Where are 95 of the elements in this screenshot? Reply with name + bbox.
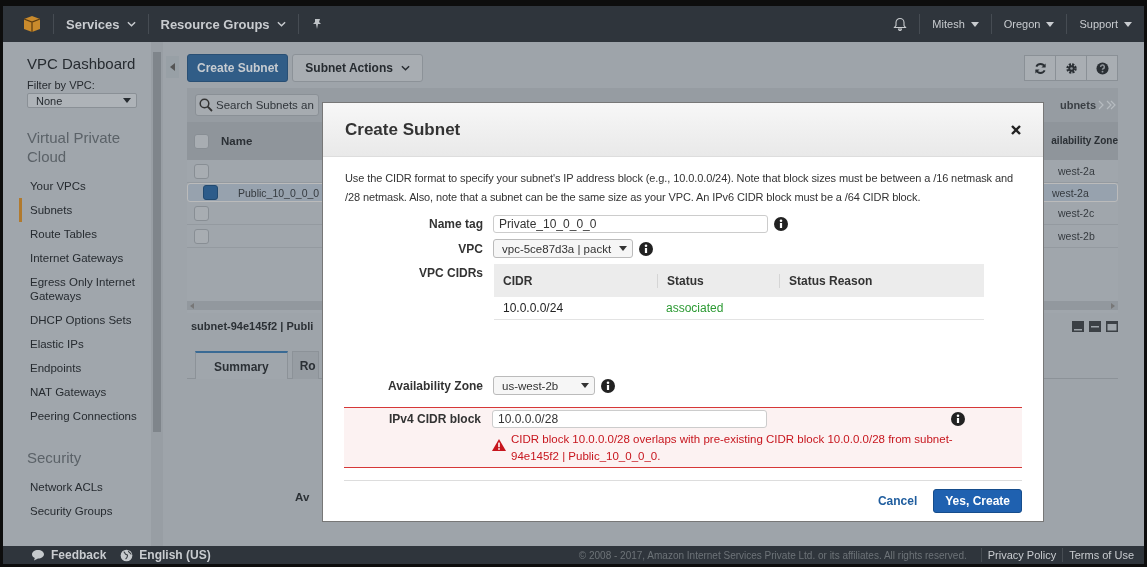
chevron-down-icon: [400, 65, 410, 71]
pane-layout-icon[interactable]: [1106, 320, 1118, 332]
tab[interactable]: Summary: [195, 351, 288, 379]
resource-groups-menu[interactable]: Resource Groups: [160, 16, 286, 32]
caret-icon: [581, 383, 589, 388]
section-heading: Virtual Private Cloud: [26, 128, 122, 166]
bell-icon[interactable]: [893, 17, 908, 31]
column-header[interactable]: ailability Zone: [1051, 134, 1118, 148]
support-menu[interactable]: Support: [1079, 18, 1132, 30]
chevron-down-icon: [126, 21, 136, 27]
caret-icon: [123, 98, 131, 103]
sidebar-item[interactable]: Security Groups: [19, 499, 151, 523]
sidebar-item[interactable]: NAT Gateways: [19, 380, 151, 404]
close-icon[interactable]: [1011, 124, 1021, 135]
filter-label: Filter by VPC:: [26, 78, 96, 91]
tab[interactable]: Ro: [291, 351, 319, 379]
field-label: IPv4 CIDR block: [387, 411, 481, 428]
settings-button[interactable]: [1055, 55, 1087, 81]
table-cell-text: 10.0.0.0/24: [502, 301, 565, 315]
sidebar-title: VPC Dashboard: [26, 55, 137, 72]
pager-label: ubnets: [1059, 99, 1096, 111]
services-menu[interactable]: Services: [66, 16, 136, 32]
column-header: Status: [657, 273, 779, 288]
table-cell-text: west-2a: [1052, 186, 1090, 199]
dialog-description: Use the CIDR format to specify your subnet's IP address block (e.g., 10.0.0.0/24). Note that block sizes must be between a /16 netmask and /28 netmask. Also, note that a subnet can be the same size as your VPC. An IPv6 CIDR block must be a /64 CIDR block.: [345, 171, 1014, 205]
sidebar-item[interactable]: Your VPCs: [19, 174, 151, 198]
select-all-checkbox[interactable]: [193, 133, 209, 149]
pane-layout-icon[interactable]: [1072, 320, 1084, 332]
caret-icon: [619, 246, 628, 251]
column-header[interactable]: Name: [215, 135, 253, 147]
cube-logo-icon[interactable]: [23, 15, 41, 33]
language-selector[interactable]: English (US): [139, 548, 211, 562]
sidebar-item[interactable]: Internet Gateways: [19, 246, 151, 270]
table-cell-text: west-2c: [1058, 207, 1096, 219]
ipv4-cidr-field[interactable]: 10.0.0.0/28: [492, 410, 767, 428]
availability-zone-dropdown[interactable]: us-west-2b: [493, 376, 595, 395]
caret-icon: [970, 21, 979, 27]
field-label: Name tag: [427, 217, 483, 231]
status-text: associated: [665, 301, 725, 315]
row-checkbox[interactable]: [193, 228, 209, 244]
help-icon: [1095, 61, 1109, 75]
row-checkbox[interactable]: [193, 205, 209, 221]
yes-create-button[interactable]: Yes, Create: [933, 489, 1022, 513]
search-field[interactable]: Search Subnets an: [195, 94, 319, 116]
user-menu[interactable]: Mitesh: [932, 18, 979, 30]
region-menu[interactable]: Oregon: [1003, 18, 1055, 30]
column-header: CIDR: [502, 273, 534, 288]
create-subnet-button[interactable]: Create Subnet: [187, 54, 289, 82]
column-header: Status Reason: [779, 273, 984, 288]
footer-link[interactable]: Privacy Policy: [987, 549, 1057, 561]
dialog-title: Create Subnet: [345, 119, 461, 140]
field-label: VPC CIDRs: [418, 265, 483, 280]
collapse-arrow-icon: [170, 63, 175, 71]
scrollbar[interactable]: [151, 42, 163, 546]
table-cell-text: Public_10_0_0_0: [237, 186, 320, 199]
section-heading: Security: [26, 448, 83, 467]
error-message: CIDR block 10.0.0.0/28 overlaps with pre-existing CIDR block 10.0.0.0/28 from subnet-94e145f2 | Public_10_0_0_0.: [511, 432, 954, 464]
caret-icon: [1124, 21, 1132, 27]
subnet-actions-button[interactable]: Subnet Actions: [292, 54, 423, 82]
refresh-button[interactable]: [1024, 55, 1056, 81]
info-icon[interactable]: [639, 241, 654, 256]
refresh-icon: [1033, 61, 1047, 75]
pane-layout-icon[interactable]: [1089, 320, 1101, 332]
field-label: VPC: [457, 241, 483, 256]
footer-link[interactable]: Terms of Use: [1069, 549, 1134, 561]
sidebar-item[interactable]: DHCP Options Sets: [19, 308, 151, 332]
row-checkbox[interactable]: [202, 185, 218, 200]
field-label: Availability Zone: [387, 378, 483, 393]
sidebar-item[interactable]: Route Tables: [19, 222, 151, 246]
vpc-filter-dropdown[interactable]: None: [27, 93, 137, 108]
cancel-button[interactable]: Cancel: [877, 494, 918, 508]
info-icon[interactable]: [951, 412, 965, 426]
subnet-title: subnet-94e145f2 | Publi: [191, 320, 314, 332]
row-checkbox[interactable]: [193, 163, 209, 179]
settings-icon: [1064, 61, 1078, 75]
help-button[interactable]: [1086, 55, 1118, 81]
field-label: Av: [295, 491, 310, 503]
sidebar-item[interactable]: Endpoints: [19, 356, 151, 380]
collapse-tab[interactable]: [166, 56, 179, 78]
sidebar-item[interactable]: Peering Connections: [19, 404, 151, 428]
table-cell-text: west-2a: [1058, 165, 1096, 177]
feedback-link[interactable]: Feedback: [51, 548, 107, 562]
name-tag-field[interactable]: Private_10_0_0_0: [493, 215, 768, 233]
info-icon[interactable]: [774, 217, 788, 231]
vpc-dropdown[interactable]: vpc-5ce87d3a | packt: [493, 239, 634, 258]
table-cell-text: west-2b: [1058, 230, 1096, 242]
chevron-down-icon: [276, 21, 286, 27]
search-icon: [199, 98, 213, 112]
warning-icon: [492, 439, 506, 451]
caret-icon: [1046, 21, 1055, 27]
info-icon[interactable]: [601, 378, 615, 393]
sidebar-item[interactable]: Elastic IPs: [19, 332, 151, 356]
sidebar-item[interactable]: Network ACLs: [19, 475, 151, 499]
sidebar-item[interactable]: Egress Only Internet Gateways: [19, 270, 151, 308]
speech-bubble-icon: [31, 549, 45, 561]
